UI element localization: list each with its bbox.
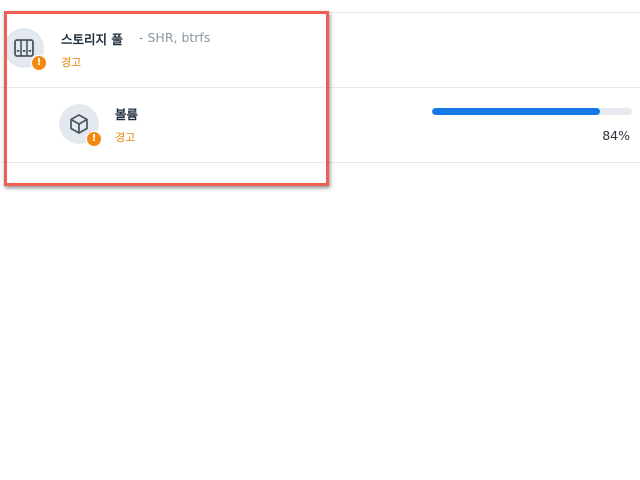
storage-pool-title: 스토리지 풀 [61,32,123,47]
storage-manager-page: ! 스토리지 풀 - SHR, btrfs 경고 ! 볼륨 경고 84% [0,0,640,480]
row-divider [0,162,640,163]
storage-pool-subtitle: - SHR, btrfs [139,30,211,45]
volume-usage-label: 84% [602,128,630,143]
volume-icon-wrap: ! [59,104,102,147]
volume-status: 경고 [115,131,136,144]
warning-icon: ! [31,55,47,71]
volume-usage-fill [432,108,600,115]
volume-usage-bar [432,108,632,115]
storage-pool-status: 경고 [61,56,82,69]
volume-title: 볼륨 [115,107,139,122]
warning-icon: ! [86,131,102,147]
top-divider [0,12,640,13]
row-divider [0,87,640,88]
storage-pool-icon-wrap: ! [4,28,47,71]
